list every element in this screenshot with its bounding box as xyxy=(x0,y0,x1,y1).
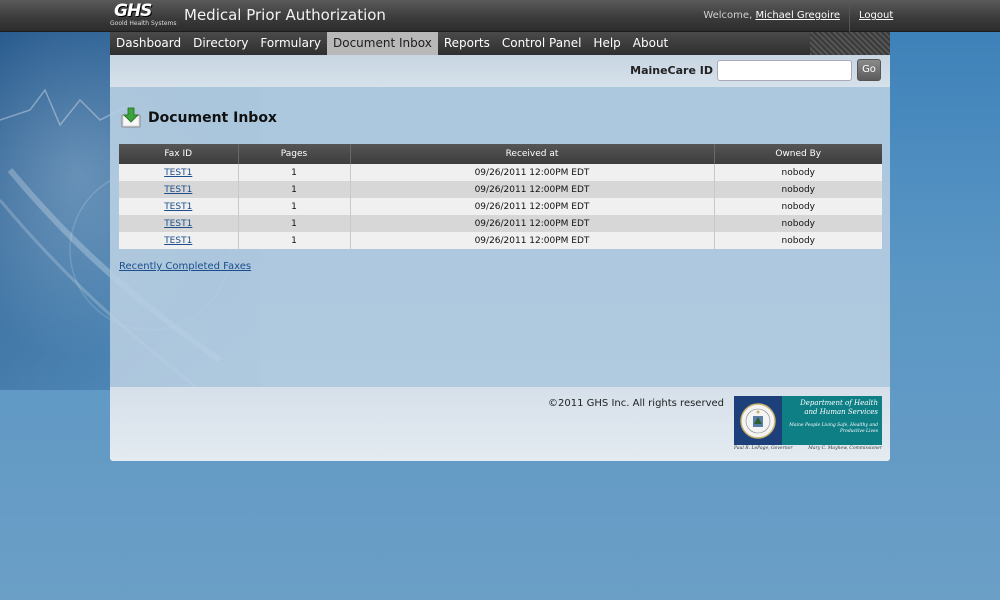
owned-by-cell: nobody xyxy=(781,235,815,246)
logo-subtitle: Goold Health Systems xyxy=(110,20,177,27)
logo-text: GHS xyxy=(114,1,152,21)
main-content: Document Inbox Fax ID Pages Received at … xyxy=(110,87,890,387)
dhhs-title: Department of Health and Human Services xyxy=(800,399,878,416)
header-divider xyxy=(849,0,850,32)
nav-pattern xyxy=(810,32,890,55)
received-at-cell: 09/26/2011 12:00PM EDT xyxy=(350,215,715,232)
main-nav: Dashboard Directory Formulary Document I… xyxy=(110,32,890,55)
received-at-cell: 09/26/2011 12:00PM EDT xyxy=(350,181,715,198)
copyright-text: ©2011 GHS Inc. All rights reserved xyxy=(548,398,724,409)
pages-cell: 1 xyxy=(238,181,351,198)
nav-formulary[interactable]: Formulary xyxy=(254,32,327,55)
column-pages[interactable]: Pages xyxy=(238,144,351,164)
document-inbox-table: Fax ID Pages Received at Owned By TEST1 … xyxy=(119,144,882,249)
dhhs-tagline: Maine People Living Safe, Healthy and Pr… xyxy=(789,423,878,434)
fax-id-cell: TEST1 xyxy=(119,198,239,215)
pages-cell: 1 xyxy=(238,164,351,181)
table-row: TEST1 1 09/26/2011 12:00PM EDT nobody xyxy=(119,215,882,232)
column-fax-id[interactable]: Fax ID xyxy=(119,144,239,164)
recently-completed-faxes-link[interactable]: Recently Completed Faxes xyxy=(119,261,251,272)
welcome-message: Welcome, Michael Gregoire xyxy=(703,10,840,21)
search-bar: MaineCare ID Go xyxy=(110,55,890,87)
fax-id-link[interactable]: TEST1 xyxy=(164,202,192,212)
table-row: TEST1 1 09/26/2011 12:00PM EDT nobody xyxy=(119,198,882,215)
column-owned-by[interactable]: Owned By xyxy=(714,144,882,164)
mainecare-id-label: MaineCare ID xyxy=(630,64,713,77)
nav-about[interactable]: About xyxy=(627,32,674,55)
ghs-logo[interactable]: GHS Goold Health Systems xyxy=(110,1,177,29)
page-title: Document Inbox xyxy=(148,110,277,126)
fax-id-link[interactable]: TEST1 xyxy=(164,185,192,195)
fax-id-link[interactable]: TEST1 xyxy=(164,219,192,229)
received-at-cell: 09/26/2011 12:00PM EDT xyxy=(350,232,715,249)
nav-dashboard[interactable]: Dashboard xyxy=(110,32,187,55)
go-button[interactable]: Go xyxy=(857,59,881,81)
fax-id-link[interactable]: TEST1 xyxy=(164,168,192,178)
app-title: Medical Prior Authorization xyxy=(184,6,386,24)
nav-help[interactable]: Help xyxy=(587,32,626,55)
maine-seal-icon xyxy=(734,396,782,445)
mainecare-id-input[interactable] xyxy=(717,60,852,81)
pages-cell: 1 xyxy=(238,215,351,232)
nav-directory[interactable]: Directory xyxy=(187,32,254,55)
table-row: TEST1 1 09/26/2011 12:00PM EDT nobody xyxy=(119,232,882,249)
logout-link[interactable]: Logout xyxy=(859,10,893,21)
fax-id-link[interactable]: TEST1 xyxy=(164,236,192,246)
table-header-row: Fax ID Pages Received at Owned By xyxy=(119,144,882,164)
footer: ©2011 GHS Inc. All rights reserved Depar… xyxy=(110,387,890,461)
governor-name: Paul R. LePage, Governor xyxy=(734,446,793,451)
received-at-cell: 09/26/2011 12:00PM EDT xyxy=(350,164,715,181)
table-row: TEST1 1 09/26/2011 12:00PM EDT nobody xyxy=(119,181,882,198)
top-header: GHS Goold Health Systems Medical Prior A… xyxy=(0,0,1000,32)
nav-document-inbox[interactable]: Document Inbox xyxy=(326,32,438,55)
received-at-cell: 09/26/2011 12:00PM EDT xyxy=(350,198,715,215)
owned-by-cell: nobody xyxy=(781,201,815,212)
nav-reports[interactable]: Reports xyxy=(438,32,496,55)
column-received-at[interactable]: Received at xyxy=(350,144,715,164)
owned-by-cell: nobody xyxy=(781,184,815,195)
inbox-download-icon xyxy=(120,107,142,129)
fax-id-cell: TEST1 xyxy=(119,164,239,181)
user-name-link[interactable]: Michael Gregoire xyxy=(755,10,840,21)
pages-cell: 1 xyxy=(238,232,351,249)
fax-id-cell: TEST1 xyxy=(119,232,239,249)
owned-by-cell: nobody xyxy=(781,218,815,229)
welcome-prefix: Welcome, xyxy=(703,10,753,21)
owned-by-cell: nobody xyxy=(781,167,815,178)
dhhs-logo[interactable]: Department of Health and Human Services … xyxy=(734,396,882,445)
commissioner-name: Mary C. Mayhew, Commissioner xyxy=(808,446,882,451)
nav-control-panel[interactable]: Control Panel xyxy=(496,32,588,55)
fax-id-cell: TEST1 xyxy=(119,215,239,232)
dhhs-officials: Paul R. LePage, Governor Mary C. Mayhew,… xyxy=(734,446,882,451)
table-row: TEST1 1 09/26/2011 12:00PM EDT nobody xyxy=(119,164,882,181)
fax-id-cell: TEST1 xyxy=(119,181,239,198)
pages-cell: 1 xyxy=(238,198,351,215)
